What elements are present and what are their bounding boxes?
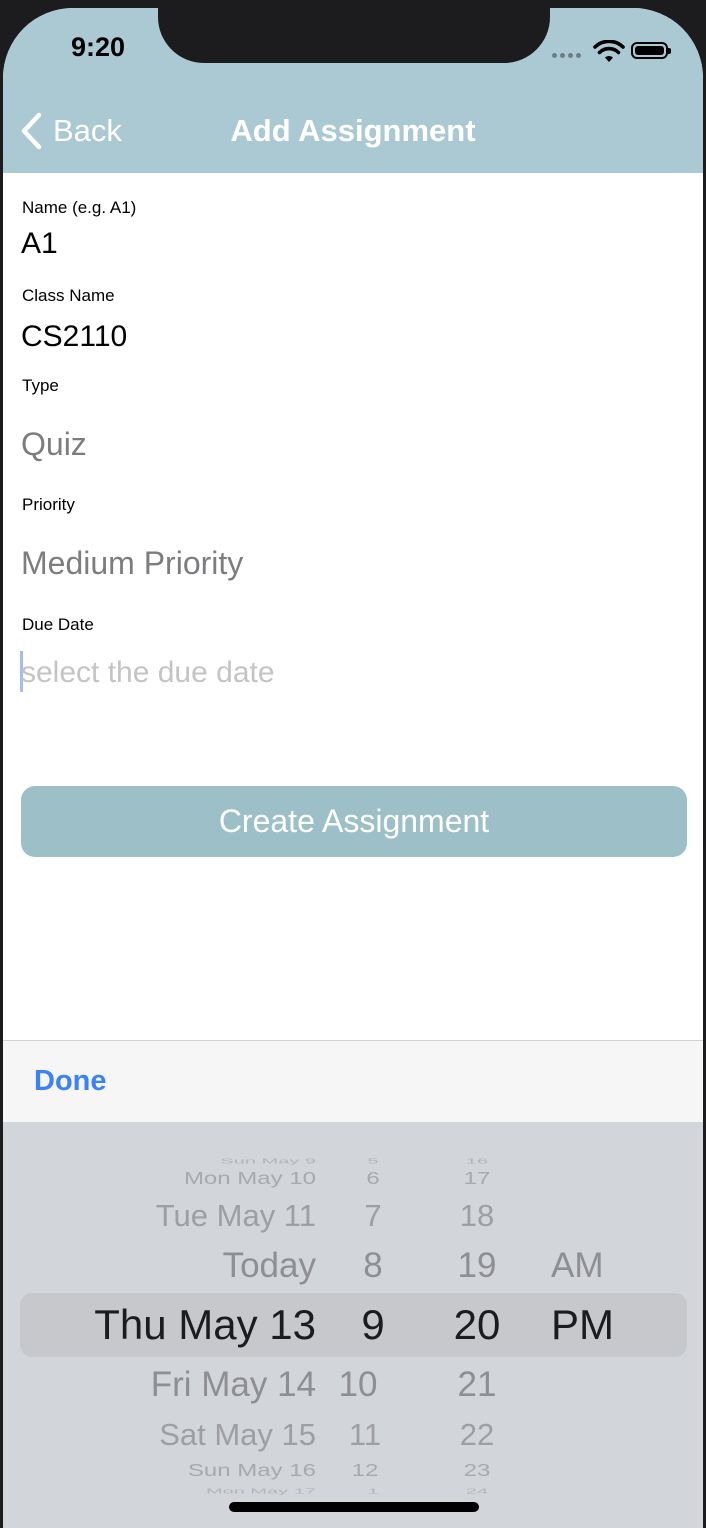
class-name-label: Class Name <box>22 286 115 305</box>
picker-row: 7 <box>364 1198 382 1233</box>
picker-row: Mon May 10 <box>183 1168 316 1189</box>
picker-row: 1 <box>367 1487 379 1496</box>
picker-row: 12 <box>351 1460 379 1481</box>
picker-row-selected: 20 <box>453 1301 501 1348</box>
picker-row: Tue May 11 <box>155 1198 316 1233</box>
done-button[interactable]: Done <box>34 1065 107 1098</box>
picker-row: Mon May 17 <box>205 1487 316 1496</box>
picker-row: 6 <box>366 1168 380 1189</box>
ampm-wheel[interactable]: AM PM <box>551 1122 651 1528</box>
page-title: Add Assignment <box>230 113 476 148</box>
type-label: Type <box>22 376 59 395</box>
minute-wheel[interactable]: 16 17 18 19 20 21 22 23 24 <box>433 1122 521 1528</box>
name-label: Name (e.g. A1) <box>22 198 137 217</box>
picker-row: 5 <box>367 1157 379 1166</box>
picker-toolbar: Done <box>3 1040 703 1122</box>
picker-row: Today <box>222 1246 316 1285</box>
picker-row: 17 <box>463 1168 491 1189</box>
picker-row: 21 <box>457 1365 497 1404</box>
picker-row: AM <box>551 1246 604 1285</box>
picker-row: Sun May 16 <box>187 1460 316 1481</box>
priority-field[interactable]: Medium Priority <box>21 545 243 582</box>
picker-row: 19 <box>457 1246 497 1285</box>
create-assignment-button[interactable]: Create Assignment <box>21 786 687 857</box>
picker-row: 16 <box>465 1157 489 1166</box>
status-time: 9:20 <box>70 32 126 62</box>
picker-row: 24 <box>465 1487 489 1496</box>
class-name-field[interactable]: CS2110 <box>21 320 127 354</box>
device-notch <box>158 8 550 63</box>
date-wheel[interactable]: Sun May 9 Mon May 10 Tue May 11 Today Th… <box>3 1122 316 1528</box>
due-date-label: Due Date <box>22 615 94 634</box>
hour-wheel[interactable]: 5 6 7 8 9 10 11 12 1 <box>333 1122 413 1528</box>
date-picker[interactable]: Sun May 9 Mon May 10 Tue May 11 Today Th… <box>3 1122 703 1528</box>
cellular-signal-icon <box>552 53 581 58</box>
phone-screen: 9:20 Back Add Assignment Name (e.g. A1) … <box>3 8 703 1528</box>
type-field[interactable]: Quiz <box>21 426 87 463</box>
wifi-icon <box>593 40 625 62</box>
picker-row: 10 <box>338 1365 378 1404</box>
picker-row: Sat May 15 <box>159 1417 316 1452</box>
due-date-field[interactable]: select the due date <box>21 656 275 690</box>
battery-icon <box>631 42 671 59</box>
picker-row: Sun May 9 <box>220 1157 316 1166</box>
home-indicator <box>229 1502 479 1512</box>
priority-label: Priority <box>22 495 75 514</box>
picker-row: 11 <box>348 1417 382 1452</box>
picker-row: Fri May 14 <box>150 1365 316 1404</box>
picker-row: 22 <box>459 1417 495 1452</box>
picker-row: 18 <box>459 1198 495 1233</box>
picker-row-selected: PM <box>551 1301 614 1348</box>
picker-row: 8 <box>363 1246 383 1285</box>
picker-row-selected: 9 <box>361 1301 385 1348</box>
picker-row-selected: Thu May 13 <box>94 1301 316 1348</box>
picker-row: 23 <box>463 1460 491 1481</box>
name-field[interactable]: A1 <box>21 227 58 261</box>
